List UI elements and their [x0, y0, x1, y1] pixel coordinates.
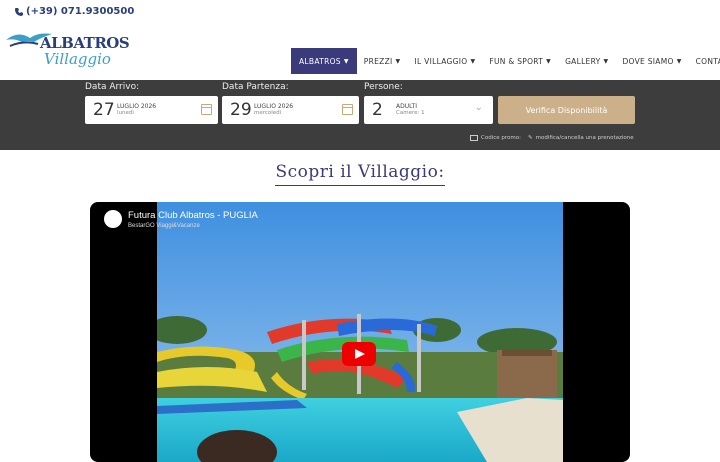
- nav-item-albatros[interactable]: ALBATROS ▼: [291, 48, 357, 74]
- departure-day: 29: [230, 100, 252, 120]
- ticket-icon: [470, 135, 478, 141]
- people-label: Persone:: [364, 82, 403, 92]
- departure-weekday: mercoledì: [254, 110, 282, 116]
- phone-link[interactable]: (+39) 071.9300500: [14, 6, 134, 17]
- waterpark-thumbnail-image: [157, 202, 563, 462]
- departure-date-picker[interactable]: 29 LUGLIO 2026 mercoledì: [222, 96, 359, 124]
- modify-label: modifica/cancella una prenotazione: [535, 135, 634, 141]
- nav-item-il-villaggio[interactable]: IL VILLAGGIO ▼: [407, 48, 482, 74]
- chevron-down-icon: ⌄: [474, 102, 483, 113]
- nav-item-fun-sport[interactable]: FUN & SPORT ▼: [482, 48, 558, 74]
- booking-bar: Data Arrivo: 27 LUGLIO 2026 lunedì Data …: [0, 80, 720, 150]
- arrival-weekday: lunedì: [117, 110, 134, 116]
- nav-item-prezzi[interactable]: PREZZI ▼: [357, 48, 408, 74]
- phone-icon: [15, 7, 23, 16]
- departure-label: Data Partenza:: [222, 82, 289, 92]
- chevron-down-icon: ▼: [470, 57, 476, 65]
- nav-label: ALBATROS: [299, 56, 341, 66]
- play-button[interactable]: [342, 342, 376, 366]
- arrival-date-picker[interactable]: 27 LUGLIO 2026 lunedì: [85, 96, 218, 124]
- chevron-down-icon: ▼: [343, 57, 349, 65]
- main-nav: ALBATROS ▼ PREZZI ▼ IL VILLAGGIO ▼ FUN & SP…: [291, 48, 720, 74]
- logo-script: Villaggio: [44, 50, 111, 68]
- section-heading: Scopri il Villaggio:: [275, 162, 445, 186]
- video-channel: BestarGO Viaggi&Vacanze: [128, 223, 200, 229]
- rooms-count: Camere: 1: [396, 110, 425, 116]
- arrival-day: 27: [93, 100, 115, 120]
- chevron-down-icon: ▼: [546, 57, 552, 65]
- logo[interactable]: ALBATROS Villaggio: [4, 26, 130, 78]
- nav-label: FUN & SPORT: [489, 56, 544, 66]
- verify-availability-button[interactable]: Verifica Disponibilità: [498, 96, 635, 124]
- nav-label: CONTATTI: [695, 56, 720, 66]
- nav-label: DOVE SIAMO: [622, 56, 674, 66]
- nav-label: GALLERY: [565, 56, 601, 66]
- section-heading-wrap: Scopri il Villaggio:: [0, 162, 720, 186]
- video-thumbnail: [157, 202, 563, 462]
- edit-icon: ✎: [528, 135, 533, 141]
- nav-item-contatti[interactable]: CONTATTI: [689, 48, 720, 74]
- people-selector[interactable]: 2 ADULTI Camere: 1 ⌄: [364, 96, 493, 124]
- departure-month: LUGLIO 2026: [254, 103, 294, 110]
- people-unit: ADULTI: [396, 103, 418, 110]
- arrival-label: Data Arrivo:: [85, 82, 140, 92]
- video-title-bar: Futura Club Albatros - PUGLIA BestarGO V…: [104, 210, 258, 229]
- calendar-icon: [342, 104, 353, 115]
- nav-label: PREZZI: [363, 56, 393, 66]
- promo-code-link[interactable]: Codice promo:: [470, 135, 521, 141]
- chevron-down-icon: ▼: [603, 57, 609, 65]
- promo-label: Codice promo:: [481, 135, 521, 141]
- channel-avatar[interactable]: [104, 210, 122, 228]
- modify-booking-link[interactable]: ✎ modifica/cancella una prenotazione: [528, 135, 634, 141]
- people-count: 2: [372, 100, 383, 120]
- site-header: (+39) 071.9300500 ALBATROS Villaggio ALB…: [0, 0, 720, 80]
- nav-item-dove-siamo[interactable]: DOVE SIAMO ▼: [615, 48, 688, 74]
- video-embed[interactable]: Futura Club Albatros - PUGLIA BestarGO V…: [90, 202, 630, 462]
- nav-label: IL VILLAGGIO: [414, 56, 468, 66]
- calendar-icon: [201, 104, 212, 115]
- chevron-down-icon: ▼: [676, 57, 682, 65]
- chevron-down-icon: ▼: [395, 57, 401, 65]
- arrival-month: LUGLIO 2026: [117, 103, 157, 110]
- phone-number: (+39) 071.9300500: [26, 6, 135, 17]
- video-title[interactable]: Futura Club Albatros - PUGLIA: [128, 210, 258, 221]
- nav-item-gallery[interactable]: GALLERY ▼: [558, 48, 615, 74]
